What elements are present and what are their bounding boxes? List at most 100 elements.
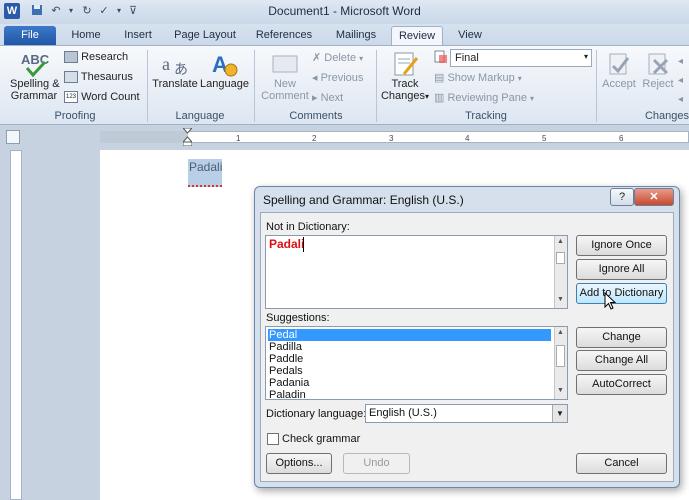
list-item[interactable]: Pedals	[268, 365, 551, 377]
scroll-thumb[interactable]	[556, 345, 565, 367]
tab-file[interactable]: File	[4, 26, 56, 46]
window-title: Document1 - Microsoft Word	[268, 4, 421, 18]
ignore-once-button[interactable]: Ignore Once	[576, 235, 667, 256]
change-button[interactable]: Change	[576, 327, 667, 348]
change-all-button[interactable]: Change All	[576, 350, 667, 371]
reject-icon	[643, 50, 673, 78]
reject-button[interactable]: Reject	[640, 50, 676, 108]
spelling-grammar-button[interactable]: ABC Spelling & Grammar	[10, 50, 60, 108]
not-in-dictionary-scrollbar[interactable]: ▲ ▼	[554, 236, 567, 308]
previous-comment-button[interactable]: ◂ Previous	[312, 71, 363, 84]
delete-comment-icon: ✗	[312, 52, 322, 64]
previous-comment-icon: ◂	[312, 72, 318, 84]
ruler-margin	[100, 131, 188, 143]
list-item[interactable]: Paddle	[268, 353, 551, 365]
word-count-button[interactable]: 123 Word Count	[64, 91, 140, 104]
tab-selector-button[interactable]	[6, 130, 20, 144]
tab-home[interactable]: Home	[64, 26, 108, 46]
svg-text:2: 2	[312, 134, 317, 143]
scroll-up-icon[interactable]: ▲	[557, 238, 564, 245]
tab-review[interactable]: Review	[391, 26, 443, 46]
svg-text:4: 4	[465, 134, 470, 143]
new-comment-icon	[270, 50, 300, 78]
reviewing-pane-button[interactable]: ▥ Reviewing Pane ▾	[434, 91, 534, 104]
svg-text:a: a	[162, 54, 170, 74]
spelling-abc-icon: ABC	[19, 50, 50, 78]
track-changes-icon	[390, 50, 420, 78]
undo-button[interactable]: Undo	[343, 453, 410, 474]
ignore-all-button[interactable]: Ignore All	[576, 259, 667, 280]
tab-references[interactable]: References	[252, 26, 316, 46]
scroll-down-icon[interactable]: ▼	[557, 296, 564, 303]
add-to-dictionary-button[interactable]: Add to Dictionary	[576, 283, 667, 304]
reviewing-pane-icon: ▥	[434, 92, 445, 104]
changes-nav-icons[interactable]: ◂ ◂ ◂	[678, 52, 689, 108]
svg-text:1: 1	[236, 134, 241, 143]
cancel-button[interactable]: Cancel	[576, 453, 667, 474]
list-item[interactable]: Padania	[268, 377, 551, 389]
group-divider	[254, 50, 255, 122]
group-label-changes: Changes	[644, 110, 689, 122]
delete-dropdown-icon: ▾	[359, 54, 364, 63]
options-button[interactable]: Options...	[266, 453, 332, 474]
check-grammar-label: Check grammar	[282, 433, 361, 445]
new-comment-button[interactable]: New Comment	[260, 50, 310, 108]
select-dropdown-icon: ▾	[583, 52, 588, 61]
suggestions-label: Suggestions:	[266, 312, 330, 324]
next-comment-button[interactable]: ▸ Next	[312, 91, 343, 104]
group-label-proofing: Proofing	[54, 110, 96, 122]
svg-text:6: 6	[619, 134, 624, 143]
close-button[interactable]: ✕	[634, 188, 674, 206]
group-label-language: Language	[175, 110, 225, 122]
tab-view[interactable]: View	[452, 26, 488, 46]
research-icon	[64, 51, 78, 64]
show-markup-icon: ▤	[434, 72, 445, 84]
group-divider	[596, 50, 597, 122]
translate-button[interactable]: aあ Translate	[152, 50, 198, 108]
help-button[interactable]: ?	[610, 188, 634, 206]
display-for-review-select[interactable]: Final ▾	[450, 49, 592, 67]
language-button[interactable]: A Language	[200, 50, 249, 108]
thesaurus-button[interactable]: Thesaurus	[64, 71, 133, 84]
accept-icon	[604, 50, 634, 78]
scroll-thumb[interactable]	[556, 252, 565, 264]
indent-marker-icon[interactable]	[181, 127, 194, 147]
not-in-dictionary-field[interactable]	[265, 235, 568, 309]
scroll-up-icon[interactable]: ▲	[557, 329, 564, 336]
dialog-title: Spelling and Grammar: English (U.S.)	[263, 193, 464, 207]
misspelled-word[interactable]: Padali	[188, 159, 222, 187]
group-label-tracking: Tracking	[465, 110, 507, 122]
suggestions-scrollbar[interactable]: ▲ ▼	[554, 327, 567, 399]
svg-text:5: 5	[542, 134, 547, 143]
tab-insert[interactable]: Insert	[116, 26, 160, 46]
tab-mailings[interactable]: Mailings	[328, 26, 384, 46]
text-caret	[303, 237, 304, 252]
scroll-down-icon[interactable]: ▼	[557, 387, 564, 394]
dictionary-language-select[interactable]: English (U.S.) ▼	[365, 404, 568, 423]
list-item[interactable]: Pedal	[268, 329, 551, 341]
language-globe-icon: A	[209, 50, 239, 78]
mouse-cursor-icon	[604, 291, 617, 310]
track-changes-button[interactable]: Track Changes▾	[380, 50, 430, 108]
show-markup-button[interactable]: ▤ Show Markup ▾	[434, 71, 522, 84]
thesaurus-icon	[64, 71, 78, 84]
select-dropdown-icon[interactable]: ▼	[552, 405, 567, 422]
tab-page-layout[interactable]: Page Layout	[170, 26, 240, 46]
translate-icon: aあ	[160, 50, 190, 78]
svg-text:あ: あ	[174, 62, 188, 78]
research-button[interactable]: Research	[64, 51, 128, 64]
word-count-icon: 123	[64, 91, 78, 104]
autocorrect-button[interactable]: AutoCorrect	[576, 374, 667, 395]
group-divider	[376, 50, 377, 122]
list-item[interactable]: Paladin	[268, 389, 551, 401]
svg-text:3: 3	[389, 134, 394, 143]
check-grammar-checkbox[interactable]	[267, 433, 279, 445]
group-label-comments: Comments	[289, 110, 343, 122]
show-markup-dropdown-icon: ▾	[517, 74, 522, 83]
not-in-dictionary-text: Padali	[269, 237, 305, 251]
accept-button[interactable]: Accept	[600, 50, 638, 108]
delete-comment-button[interactable]: ✗ Delete ▾	[312, 51, 363, 64]
list-item[interactable]: Padilla	[268, 341, 551, 353]
reviewing-pane-dropdown-icon: ▾	[530, 94, 535, 103]
vertical-ruler[interactable]	[10, 150, 22, 500]
